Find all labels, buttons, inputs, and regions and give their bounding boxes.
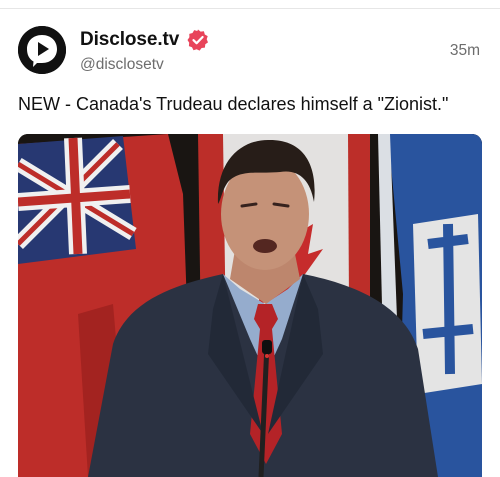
- author-display-name[interactable]: Disclose.tv: [80, 29, 179, 51]
- avatar[interactable]: [18, 26, 66, 74]
- author-handle[interactable]: @disclosetv: [80, 56, 210, 74]
- verified-badge-icon: [187, 29, 209, 51]
- post-media-video[interactable]: [18, 134, 482, 477]
- post-text: NEW - Canada's Trudeau declares himself …: [18, 94, 449, 114]
- play-speech-bubble-icon: [18, 26, 66, 74]
- author-block: Disclose.tv @disclosetv: [80, 28, 210, 74]
- media-thumbnail-image: [18, 134, 482, 477]
- post-header: Disclose.tv @disclosetv 35m: [18, 26, 484, 76]
- post-timestamp[interactable]: 35m: [450, 42, 480, 60]
- top-divider: [0, 8, 500, 9]
